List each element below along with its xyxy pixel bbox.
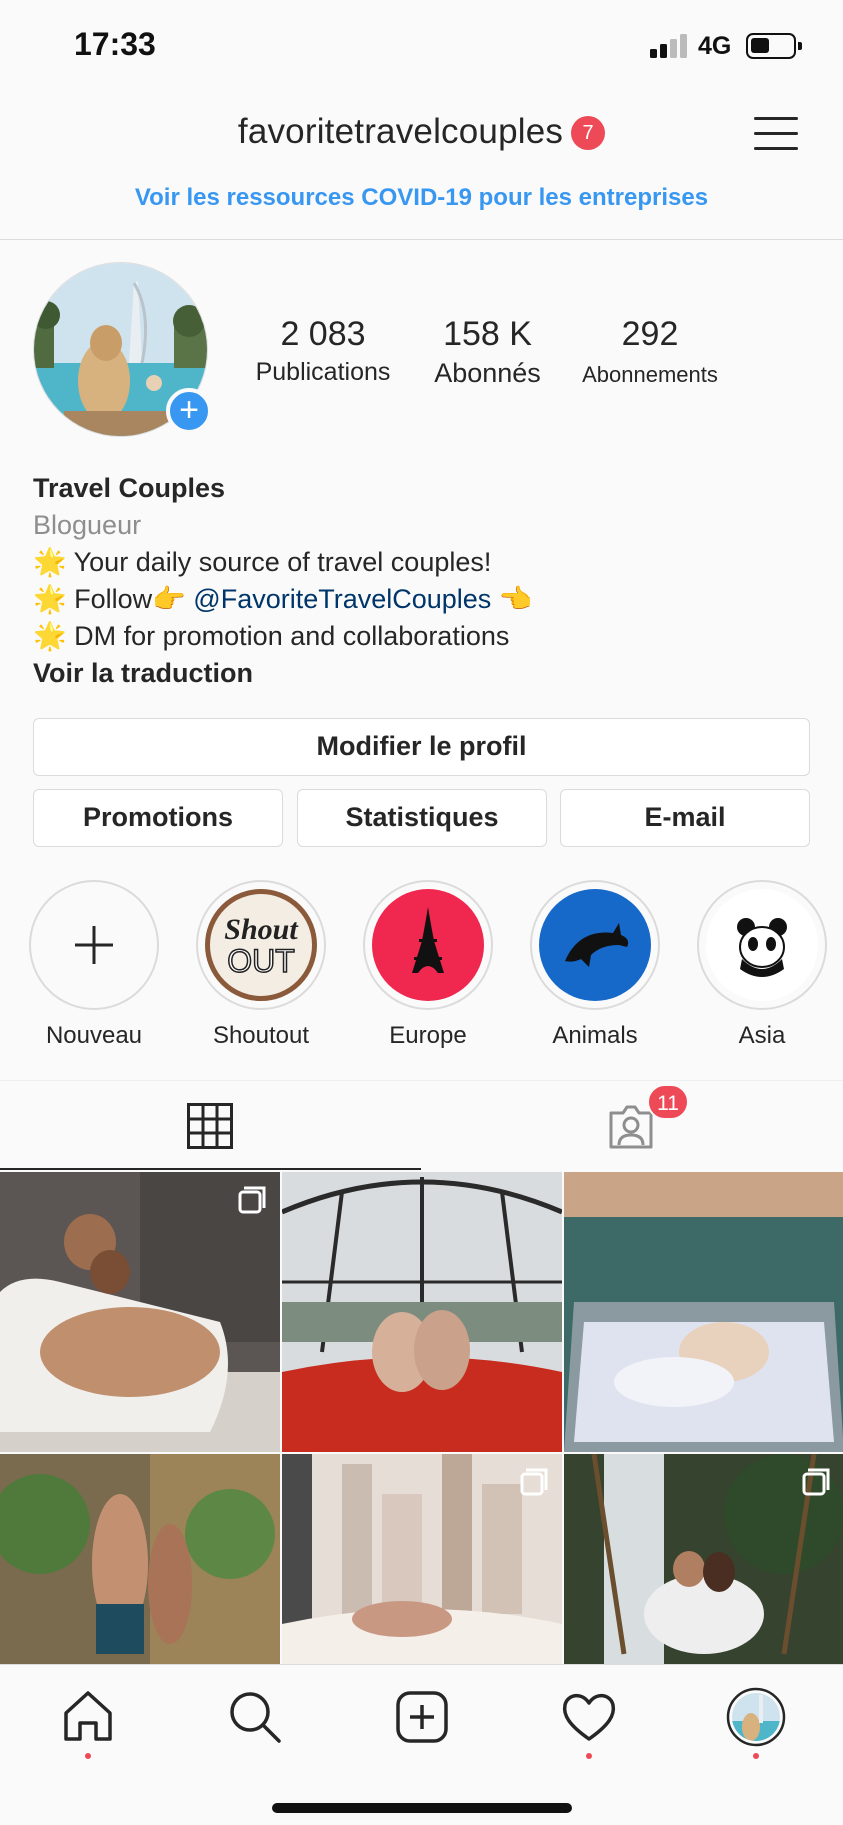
account-username[interactable]: favoritetravelcouples (238, 112, 563, 151)
profile-notification-dot (753, 1753, 759, 1759)
grid-icon (187, 1103, 233, 1149)
stat-followers[interactable]: 158 K Abonnés (420, 315, 555, 389)
search-icon[interactable] (225, 1687, 285, 1747)
post-thumbnail[interactable] (282, 1172, 562, 1452)
multiple-posts-icon (238, 1186, 266, 1214)
bio-mention-link[interactable]: @FavoriteTravelCouples (193, 584, 491, 614)
svg-text:OUT: OUT (227, 943, 295, 979)
bio-line-1: 🌟 Your daily source of travel couples! (33, 547, 492, 577)
following-count: 292 (621, 315, 679, 353)
star-emoji: 🌟 (33, 584, 67, 614)
stat-following[interactable]: 292 Abonnements (575, 315, 725, 388)
activity-heart-icon[interactable] (559, 1687, 619, 1759)
highlight-label: Nouveau (45, 1022, 143, 1049)
multiple-posts-icon (520, 1468, 548, 1496)
profile-category: Blogueur (33, 510, 142, 540)
profile-tabs (0, 1080, 843, 1170)
highlight-label: Shoutout (212, 1022, 310, 1049)
status-bar: 17:33 4G (0, 0, 843, 92)
home-activity-dot (85, 1753, 91, 1759)
highlight-label: Animals (552, 1022, 638, 1049)
activity-notification-dot (586, 1753, 592, 1759)
followers-label: Abonnés (434, 358, 541, 388)
hamburger-menu-icon[interactable] (754, 114, 798, 154)
plus-icon[interactable] (29, 880, 159, 1010)
post-thumbnail[interactable] (0, 1172, 280, 1452)
tagged-user-icon (609, 1105, 653, 1149)
post-grid (0, 1172, 843, 1664)
post-thumbnail[interactable] (282, 1454, 562, 1664)
covid-resources-link[interactable]: Voir les ressources COVID-19 pour les en… (0, 184, 843, 212)
insights-button[interactable]: Statistiques (297, 789, 547, 847)
highlight-animals[interactable]: Animals (530, 880, 660, 1050)
highlight-europe[interactable]: Europe (363, 880, 493, 1050)
publications-label: Publications (255, 358, 391, 386)
profile-bio: Travel Couples Blogueur 🌟 Your daily sou… (33, 470, 813, 692)
edit-profile-button[interactable]: Modifier le profil (33, 718, 810, 776)
eiffel-tower-icon (372, 889, 484, 1001)
network-type: 4G (698, 32, 732, 60)
dolphin-icon (539, 889, 651, 1001)
multiple-posts-icon (802, 1468, 830, 1496)
status-time: 17:33 (74, 26, 156, 62)
tagged-count-badge: 11 (647, 1084, 689, 1120)
post-thumbnail[interactable] (0, 1454, 280, 1664)
highlight-label: Asia (738, 1022, 786, 1049)
tab-tagged[interactable] (421, 1081, 843, 1169)
username-row[interactable]: favoritetravelcouples 7 (0, 112, 843, 152)
account-notification-badge: 7 (571, 116, 606, 150)
publications-count: 2 083 (280, 315, 366, 353)
add-story-button[interactable]: + (166, 388, 212, 434)
shoutout-logo: Shout OUT (205, 889, 317, 1001)
highlight-new[interactable]: Nouveau (29, 880, 159, 1050)
highlight-asia[interactable]: Asia (697, 880, 827, 1050)
promotions-button[interactable]: Promotions (33, 789, 283, 847)
battery-icon (746, 33, 802, 59)
followers-count: 158 K (443, 315, 532, 353)
stat-publications[interactable]: 2 083 Publications (248, 315, 398, 387)
active-tab-indicator (0, 1168, 421, 1170)
bio-line-3: 🌟 DM for promotion and collaborations (33, 621, 510, 651)
email-button[interactable]: E-mail (560, 789, 810, 847)
star-emoji: 🌟 (33, 621, 67, 651)
home-icon[interactable] (58, 1687, 118, 1759)
profile-name: Travel Couples (33, 473, 226, 503)
panda-icon (706, 889, 818, 1001)
highlight-shoutout[interactable]: Shout OUT Shoutout (196, 880, 326, 1050)
following-label: Abonnements (582, 362, 718, 387)
home-indicator[interactable] (272, 1803, 572, 1813)
see-translation-link[interactable]: Voir la traduction (33, 655, 813, 692)
post-thumbnail[interactable] (564, 1454, 843, 1664)
bottom-navigation (0, 1664, 843, 1825)
profile-avatar-icon[interactable] (726, 1687, 786, 1759)
star-emoji: 🌟 (33, 547, 67, 577)
highlight-label: Europe (389, 1022, 467, 1049)
add-post-icon[interactable] (392, 1687, 452, 1747)
bio-line-2: 🌟 Follow👉 @FavoriteTravelCouples 👈 (33, 584, 533, 614)
profile-header: favoritetravelcouples 7 Voir les ressourc… (0, 92, 843, 240)
signal-strength-icon (650, 34, 688, 58)
post-thumbnail[interactable] (564, 1172, 843, 1452)
svg-text:Shout: Shout (224, 913, 299, 946)
tab-grid[interactable] (0, 1081, 421, 1169)
